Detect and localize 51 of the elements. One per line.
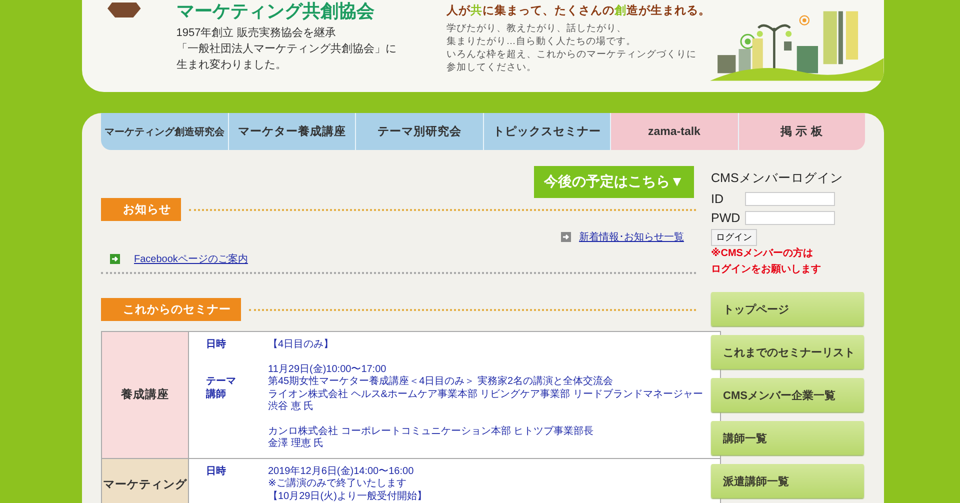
- field-label: テーマ: [206, 376, 237, 388]
- hexagon-logo-icon: [106, 0, 142, 20]
- field-value: 11月29日(金)10:00〜17:00: [268, 364, 388, 376]
- password-input[interactable]: [745, 211, 835, 225]
- field-value: ※ご講演のみで終了いたします: [268, 478, 408, 490]
- login-title: CMSメンバーログイン: [711, 170, 844, 187]
- side-menu-button[interactable]: 講師一覧: [711, 421, 864, 455]
- description-text: 学びたがり、教えたがり、話したがり、: [446, 22, 628, 35]
- link-arrow-icon: [110, 254, 120, 264]
- field-value: 【10月29日(火)より一般受付開始】: [268, 490, 428, 503]
- login-note: ログインをお願いします: [711, 263, 822, 277]
- login-note: ※CMSメンバーの方は: [711, 246, 814, 261]
- history-text: 「一般社団法人マーケティング共創協会」に: [176, 42, 396, 57]
- field-label: 日時: [206, 339, 227, 352]
- nav-tab[interactable]: zama-talk: [611, 113, 738, 150]
- nav-tab[interactable]: テーマ別研究会: [356, 113, 484, 150]
- nav-tab[interactable]: 掲 示 板: [738, 113, 865, 150]
- category-cell: マーケティング: [102, 458, 188, 503]
- description-text: 参加してください。: [446, 61, 538, 74]
- tagline: 人が共に集まって、たくさんの創造が生まれる。: [446, 3, 710, 18]
- login-button[interactable]: ログイン: [711, 229, 757, 246]
- nav-tab[interactable]: マーケター養成講座: [228, 113, 356, 150]
- side-menu-button[interactable]: これまでのセミナーリスト: [711, 335, 864, 369]
- field-value: カンロ株式会社 コーポレートコミュニケーション本部 ヒトツブ事業部長: [268, 426, 595, 438]
- field-value: 2019年12月6日(金)14:00〜16:00: [268, 466, 415, 478]
- description-text: 集まりたがり…自ら動く人たちの場です。: [446, 35, 637, 48]
- field-value: 渋谷 恵 氏: [268, 401, 315, 414]
- field-value: ライオン株式会社 ヘルス&ホームケア事業本部 リビングケア事業部 リードブランドマネージャー: [268, 388, 704, 400]
- side-menu-button[interactable]: トップページ: [711, 292, 864, 326]
- notice-link[interactable]: Facebookページのご案内: [134, 252, 248, 266]
- field-label: 日時: [206, 466, 227, 478]
- nav-tab[interactable]: マーケティング創造研究会: [101, 113, 228, 150]
- notices-list-link[interactable]: 新着情報･お知らせ一覧: [579, 230, 684, 244]
- field-value: 第45期女性マーケター養成講座＜4日目のみ＞ 実務家2名の講演と全体交流会: [268, 376, 614, 388]
- password-label: PWD: [711, 211, 742, 225]
- section-heading: これからのセミナー: [101, 298, 241, 321]
- field-value: 金澤 理恵 氏: [268, 438, 325, 450]
- description-text: いろんな枠を超え、これからのマーケティングづくりに: [446, 48, 698, 61]
- side-menu-button[interactable]: CMSメンバー企業一覧: [711, 378, 864, 412]
- history-text: 生まれ変わりました。: [176, 58, 288, 73]
- site-title: マーケティング共創協会: [176, 2, 376, 20]
- field-value: 【4日目のみ】: [268, 339, 335, 352]
- history-text: 1957年創立 販売実務協会を継承: [176, 26, 337, 41]
- link-arrow-icon: [561, 232, 571, 242]
- section-heading: お知らせ: [101, 198, 181, 221]
- id-label: ID: [711, 192, 724, 206]
- id-input[interactable]: [745, 192, 835, 206]
- nav-tab[interactable]: トピックスセミナー: [484, 113, 611, 150]
- category-cell: 養成講座: [102, 332, 188, 458]
- side-menu-button[interactable]: 派遣講師一覧: [711, 464, 864, 498]
- field-label: 講師: [206, 388, 227, 402]
